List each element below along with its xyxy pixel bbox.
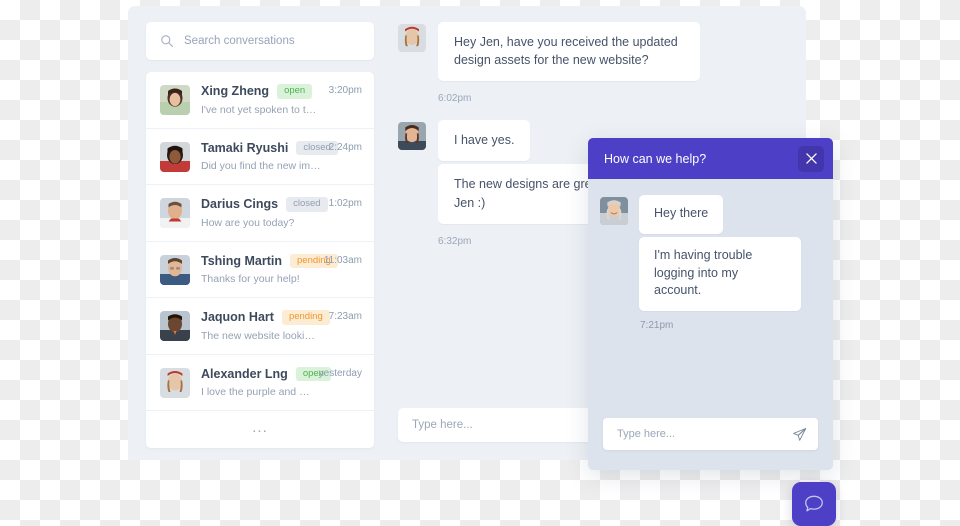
avatar bbox=[398, 24, 426, 52]
avatar bbox=[160, 141, 190, 172]
status-badge: closed bbox=[286, 197, 328, 212]
list-item[interactable]: Tshing Martin pending Thanks for your he… bbox=[146, 242, 374, 298]
avatar bbox=[160, 85, 190, 115]
list-item[interactable]: Alexander Lng open I love the purple and… bbox=[146, 355, 374, 411]
message-preview: I love the purple and gol... bbox=[201, 386, 311, 398]
conversations-panel: Xing Zheng open I've not yet spoken to t… bbox=[128, 6, 386, 460]
close-icon bbox=[805, 153, 817, 164]
widget-header: How can we help? bbox=[588, 138, 833, 179]
send-icon[interactable] bbox=[792, 427, 807, 442]
contact-name: Alexander Lng bbox=[201, 366, 288, 381]
avatar bbox=[160, 367, 190, 398]
load-more-button[interactable]: ... bbox=[146, 411, 374, 448]
list-item[interactable]: Xing Zheng open I've not yet spoken to t… bbox=[146, 72, 374, 129]
widget-composer bbox=[588, 418, 833, 470]
list-item[interactable]: Tamaki Ryushi closed Did you find the ne… bbox=[146, 129, 374, 185]
message-bubble: I have yes. bbox=[438, 120, 531, 162]
avatar bbox=[398, 122, 426, 151]
message-bubble: I'm having trouble logging into my accou… bbox=[639, 236, 801, 311]
message-preview: How are you today? bbox=[201, 216, 295, 229]
message-preview: Thanks for your help! bbox=[201, 273, 300, 285]
chat-launcher-button[interactable] bbox=[792, 482, 836, 526]
message-timestamp: 6:02pm bbox=[438, 93, 472, 105]
conversation-list: Xing Zheng open I've not yet spoken to t… bbox=[146, 72, 374, 448]
message-group: Hey there I'm having trouble logging int… bbox=[600, 195, 819, 314]
search-input[interactable] bbox=[184, 35, 360, 47]
timestamp: 2:24pm bbox=[328, 141, 362, 153]
widget-input-container[interactable] bbox=[603, 418, 818, 450]
search-icon bbox=[161, 35, 173, 47]
timestamp: 7:23am bbox=[328, 311, 362, 322]
message-bubble: Hey there bbox=[639, 195, 724, 234]
close-button[interactable] bbox=[798, 145, 824, 172]
contact-name: Tshing Martin bbox=[201, 253, 283, 268]
status-badge: pending bbox=[281, 310, 330, 325]
widget-input[interactable] bbox=[617, 428, 792, 440]
list-item[interactable]: Jaquon Hart pending The new website look… bbox=[146, 298, 374, 355]
widget-messages: Hey there I'm having trouble logging int… bbox=[588, 179, 833, 418]
contact-name: Xing Zheng bbox=[201, 84, 270, 99]
widget-title: How can we help? bbox=[604, 151, 707, 166]
search-bar[interactable] bbox=[146, 22, 374, 60]
avatar bbox=[600, 197, 628, 225]
timestamp: 1:02pm bbox=[328, 198, 362, 209]
contact-name: Jaquon Hart bbox=[201, 310, 274, 325]
chat-bubble-icon bbox=[805, 495, 823, 512]
timestamp: 11:03am bbox=[323, 254, 362, 266]
avatar bbox=[160, 198, 190, 228]
timestamp: 3:20pm bbox=[328, 85, 362, 96]
message-group: Hey Jen, have you received the updated d… bbox=[398, 22, 786, 84]
list-item[interactable]: Darius Cings closed How are you today? 1… bbox=[146, 185, 374, 242]
message-preview: Did you find the new images... bbox=[201, 160, 321, 172]
timestamp: yesterday bbox=[318, 367, 362, 379]
contact-name: Darius Cings bbox=[201, 197, 279, 212]
support-chat-widget: How can we help? Hey there I'm having tr… bbox=[588, 138, 833, 470]
status-badge: open bbox=[277, 84, 313, 99]
message-preview: I've not yet spoken to them... bbox=[201, 103, 321, 116]
avatar bbox=[160, 311, 190, 341]
avatar bbox=[160, 254, 190, 285]
contact-name: Tamaki Ryushi bbox=[201, 140, 289, 155]
message-preview: The new website looking rea... bbox=[201, 329, 321, 342]
message-bubble: Hey Jen, have you received the updated d… bbox=[438, 22, 700, 82]
message-timestamp: 7:21pm bbox=[640, 320, 674, 331]
